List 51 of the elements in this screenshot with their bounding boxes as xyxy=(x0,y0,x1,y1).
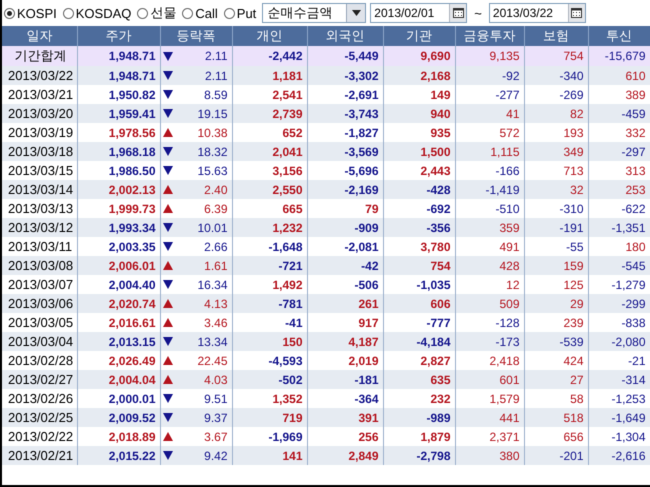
column-header[interactable]: 개인 xyxy=(232,26,307,46)
change-cell: 19.15 xyxy=(197,106,228,120)
value-cell: -2,798 xyxy=(383,446,455,465)
value-cell: 2,849 xyxy=(307,446,383,465)
change-cell: 9.37 xyxy=(204,410,228,424)
price-cell: 2,015.22 xyxy=(77,446,160,465)
change-cell: 2.11 xyxy=(205,49,228,63)
change-cell: 8.59 xyxy=(204,88,228,102)
caret-icon xyxy=(352,10,361,16)
value-cell: 380 xyxy=(455,446,524,465)
calendar-icon xyxy=(571,8,582,18)
market-radio[interactable]: KOSDAQ xyxy=(62,6,132,20)
start-date-field[interactable]: 2013/02/01 xyxy=(370,3,468,23)
change-cell: 1.61 xyxy=(204,258,228,272)
column-header[interactable]: 주가 xyxy=(77,26,160,46)
market-radio[interactable]: KOSPI xyxy=(4,6,57,20)
change-cell: 3.46 xyxy=(204,316,228,330)
column-header[interactable]: 외국인 xyxy=(307,26,383,46)
metric-dropdown[interactable]: 순매수금액 xyxy=(262,3,366,23)
change-cell: 13.34 xyxy=(197,334,228,348)
change-cell: 4.13 xyxy=(204,296,228,310)
market-radio[interactable]: Call xyxy=(182,6,218,20)
change-cell: 9.51 xyxy=(204,392,228,406)
date-cell: 2013/02/21 xyxy=(2,446,77,465)
change-cell: 4.03 xyxy=(204,372,228,386)
column-header[interactable]: 금융투자 xyxy=(455,26,524,46)
market-radio[interactable]: 선물 xyxy=(137,4,176,22)
change-cell: 2.11 xyxy=(205,68,228,82)
column-header[interactable]: 기관 xyxy=(383,26,455,46)
change-cell: 15.63 xyxy=(197,164,228,178)
calendar-icon xyxy=(452,8,464,18)
change-cell: 2.66 xyxy=(204,240,228,254)
change-cell: 2.40 xyxy=(204,182,228,196)
market-radio[interactable]: Put xyxy=(224,6,256,20)
column-header[interactable]: 투신 xyxy=(588,26,650,46)
change-cell: 10.38 xyxy=(197,126,228,140)
change-cell: 16.34 xyxy=(197,278,228,292)
change-cell: 18.32 xyxy=(197,144,228,158)
value-cell: 141 xyxy=(232,446,307,465)
column-header[interactable]: 보험 xyxy=(524,26,588,46)
change-cell: 22.45 xyxy=(197,354,228,368)
change-cell: 3.67 xyxy=(204,430,228,444)
change-cell: 9.42 xyxy=(204,448,228,462)
column-header[interactable]: 일자 xyxy=(2,26,77,46)
value-cell: -2,616 xyxy=(588,446,650,465)
column-header[interactable]: 등락폭 xyxy=(160,26,232,46)
range-separator: ~ xyxy=(474,6,482,20)
value-cell: -201 xyxy=(524,446,588,465)
end-date-field[interactable]: 2013/03/22 xyxy=(488,3,586,23)
change-cell: 10.01 xyxy=(197,220,228,234)
change-cell: 6.39 xyxy=(204,202,228,216)
